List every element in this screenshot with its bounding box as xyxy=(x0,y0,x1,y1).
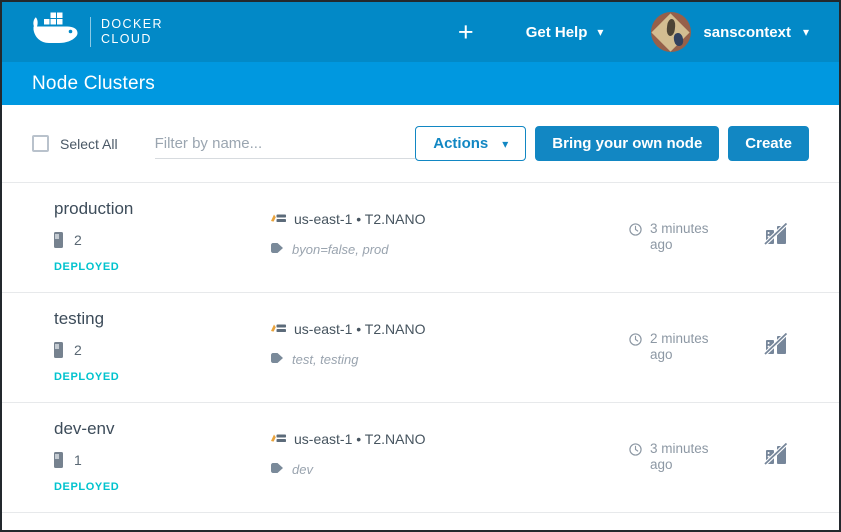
get-help-menu[interactable]: Get Help ▾ xyxy=(526,24,604,41)
toolbar-buttons: Actions ▾ Bring your own node Create xyxy=(415,126,809,161)
age: 2 minutes ago xyxy=(629,331,722,363)
node-icon xyxy=(54,232,63,248)
age-text: 3 minutes ago xyxy=(650,441,722,473)
brand: DOCKER CLOUD xyxy=(32,12,163,53)
node-count-value: 2 xyxy=(74,342,82,358)
top-header: DOCKER CLOUD + Get Help ▾ sanscontext ▾ xyxy=(2,2,839,62)
node-icon xyxy=(54,452,63,468)
region-and-type: us-east-1 • T2.NANO xyxy=(294,431,425,447)
cluster-row-testing[interactable]: testing 2 DEPLOYED us-east- xyxy=(2,293,839,403)
username-label: sanscontext xyxy=(703,24,791,41)
region-line: us-east-1 • T2.NANO xyxy=(270,211,425,227)
tag-icon xyxy=(270,352,284,367)
metrics-unavailable-icon xyxy=(764,223,788,250)
node-count: 1 xyxy=(54,452,119,468)
aws-provider-icon xyxy=(270,321,287,337)
docker-cloud-window: DOCKER CLOUD + Get Help ▾ sanscontext ▾ … xyxy=(0,0,841,532)
clock-icon xyxy=(629,443,642,456)
age: 3 minutes ago xyxy=(629,221,722,253)
node-icon xyxy=(54,342,63,358)
node-count-value: 2 xyxy=(74,232,82,248)
node-count: 2 xyxy=(54,232,133,248)
region-and-type: us-east-1 • T2.NANO xyxy=(294,321,425,337)
node-count: 2 xyxy=(54,342,119,358)
select-all-label: Select All xyxy=(60,136,118,152)
age-text: 3 minutes ago xyxy=(650,221,722,253)
actions-label: Actions xyxy=(433,135,488,152)
brand-line1: DOCKER xyxy=(101,17,163,32)
brand-divider xyxy=(90,17,91,47)
cluster-list: production 2 DEPLOYED us-ea xyxy=(2,183,839,513)
docker-whale-icon xyxy=(32,12,80,53)
cluster-row-dev-env[interactable]: dev-env 1 DEPLOYED us-east- xyxy=(2,403,839,513)
aws-provider-icon xyxy=(270,211,287,227)
tags-line: test, testing xyxy=(270,352,425,367)
bring-your-own-node-button[interactable]: Bring your own node xyxy=(535,126,719,161)
metrics-unavailable-icon xyxy=(764,333,788,360)
cluster-name[interactable]: production xyxy=(54,199,133,219)
chevron-down-icon: ▾ xyxy=(597,26,603,38)
age: 3 minutes ago xyxy=(629,441,722,473)
region-line: us-east-1 • T2.NANO xyxy=(270,431,425,447)
page-title: Node Clusters xyxy=(32,73,155,95)
tags-value: test, testing xyxy=(292,352,358,367)
clock-icon xyxy=(629,333,642,346)
region-and-type: us-east-1 • T2.NANO xyxy=(294,211,425,227)
brand-line2: CLOUD xyxy=(101,32,163,47)
tags-value: byon=false, prod xyxy=(292,242,388,257)
filter-input[interactable] xyxy=(155,129,415,159)
get-help-label: Get Help xyxy=(526,24,588,41)
age-text: 2 minutes ago xyxy=(650,331,722,363)
header-actions: + Get Help ▾ sanscontext ▾ xyxy=(458,12,809,52)
cluster-name[interactable]: dev-env xyxy=(54,419,119,439)
aws-provider-icon xyxy=(270,431,287,447)
select-all-checkbox[interactable] xyxy=(32,135,49,152)
cluster-name[interactable]: testing xyxy=(54,309,119,329)
actions-button[interactable]: Actions ▾ xyxy=(415,126,526,161)
region-line: us-east-1 • T2.NANO xyxy=(270,321,425,337)
add-icon[interactable]: + xyxy=(458,19,474,46)
status-badge: DEPLOYED xyxy=(54,261,133,273)
node-count-value: 1 xyxy=(74,452,82,468)
cluster-row-production[interactable]: production 2 DEPLOYED us-ea xyxy=(2,183,839,293)
tags-line: byon=false, prod xyxy=(270,242,425,257)
chevron-down-icon: ▾ xyxy=(803,26,809,38)
user-menu[interactable]: sanscontext ▾ xyxy=(651,12,809,52)
tag-icon xyxy=(270,462,284,477)
brand-wordmark: DOCKER CLOUD xyxy=(101,17,163,47)
tag-icon xyxy=(270,242,284,257)
clock-icon xyxy=(629,223,642,236)
chevron-down-icon: ▾ xyxy=(502,138,508,150)
create-button[interactable]: Create xyxy=(728,126,809,161)
tags-line: dev xyxy=(270,462,425,477)
status-badge: DEPLOYED xyxy=(54,481,119,493)
metrics-unavailable-icon xyxy=(764,443,788,470)
tags-value: dev xyxy=(292,462,313,477)
avatar xyxy=(651,12,691,52)
toolbar: Select All Actions ▾ Bring your own node… xyxy=(2,105,839,183)
status-badge: DEPLOYED xyxy=(54,371,119,383)
page-title-bar: Node Clusters xyxy=(2,62,839,105)
